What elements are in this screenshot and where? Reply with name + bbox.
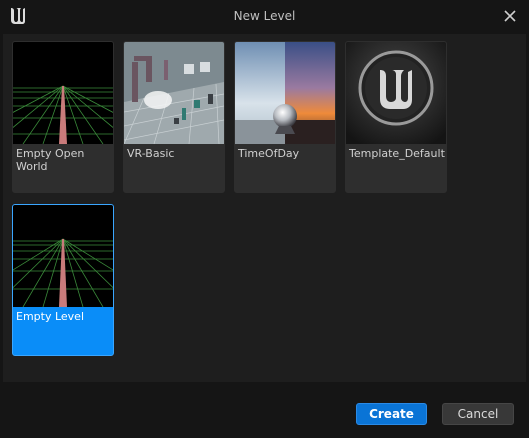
template-thumbnail (13, 205, 113, 307)
template-thumbnail (235, 42, 335, 144)
template-label: Empty Level (16, 310, 85, 323)
template-label: Template_Default (349, 147, 445, 160)
template-tile-timeofday[interactable]: TimeOfDay (234, 41, 336, 193)
template-tile-empty-open-world[interactable]: Empty Open World (12, 41, 114, 193)
cancel-button[interactable]: Cancel (442, 403, 514, 425)
template-label: Empty Open World (16, 147, 85, 173)
template-thumbnail (346, 42, 446, 144)
template-label: VR-Basic (127, 147, 175, 160)
titlebar: New Level (0, 0, 529, 32)
template-label: TimeOfDay (238, 147, 300, 160)
close-icon[interactable] (501, 7, 519, 25)
template-grid: Empty Open World VR-Basic TimeOfDay Temp… (3, 34, 526, 382)
create-button[interactable]: Create (356, 403, 427, 425)
window-title: New Level (233, 9, 296, 23)
template-tile-empty-level[interactable]: Empty Level (12, 204, 114, 356)
template-thumbnail (124, 42, 224, 144)
dialog-footer: Create Cancel (0, 383, 529, 438)
template-thumbnail (13, 42, 113, 144)
new-level-dialog: New Level Empty Open World VR-Basic Time… (0, 0, 529, 438)
template-tile-vr-basic[interactable]: VR-Basic (123, 41, 225, 193)
template-tile-template-default[interactable]: Template_Default (345, 41, 447, 193)
